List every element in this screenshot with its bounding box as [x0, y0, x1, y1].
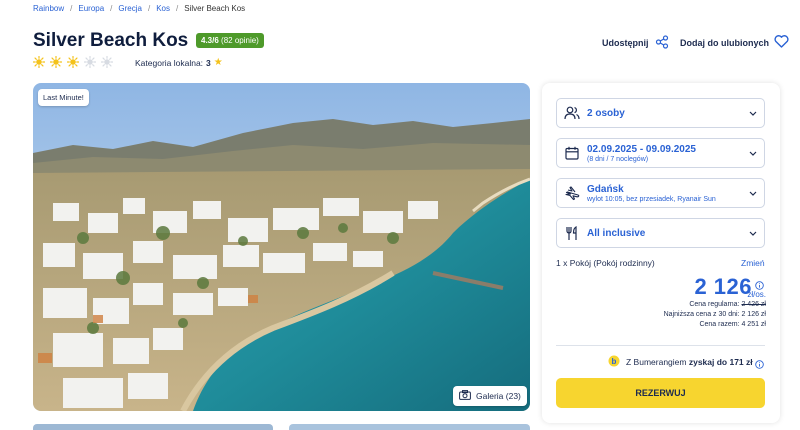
- board-value: All inclusive: [587, 227, 646, 239]
- breadcrumb-link-europa[interactable]: Europa: [78, 4, 104, 13]
- local-category: Kategoria lokalna: 3 ★: [135, 57, 223, 68]
- lowest-price: Najniższa cena z 30 dni: 2 126 zł: [664, 311, 766, 318]
- price-per-person: 2 126: [694, 274, 752, 299]
- regular-price-label: Cena regularna:: [689, 301, 740, 308]
- dates-duration: (8 dni / 7 noclegów): [587, 155, 649, 163]
- page-title: Silver Beach Kos: [33, 30, 189, 51]
- sun-empty-icon: [84, 56, 96, 68]
- chevron-down-icon: [742, 231, 764, 236]
- persons-value: 2 osoby: [587, 107, 625, 119]
- share-icon: [655, 35, 669, 51]
- total-price: Cena razem: 4 251 zł: [699, 321, 766, 328]
- breadcrumb: Rainbow / Europa / Grecja / Kos / Silver…: [33, 4, 245, 13]
- room-type: (Pokój rodzinny): [593, 258, 655, 268]
- breadcrumb-link-kos[interactable]: Kos: [156, 4, 170, 13]
- chevron-down-icon: [742, 191, 764, 196]
- lowest-price-label: Najniższa cena z 30 dni:: [663, 311, 740, 318]
- favorite-button[interactable]: Dodaj do ulubionych: [680, 35, 789, 50]
- local-category-value: 3: [206, 57, 211, 68]
- departure-select[interactable]: Gdańsk wylot 10:05, bez przesiadek, Ryan…: [556, 178, 765, 208]
- breadcrumb-current: Silver Beach Kos: [184, 4, 246, 13]
- rating-badge[interactable]: 4.3/6 (82 opinie): [196, 33, 264, 48]
- share-label: Udostępnij: [602, 38, 649, 48]
- booking-panel: 2 osoby 02.09.2025 - 09.09.2025 (8 dni /…: [542, 83, 780, 423]
- breadcrumb-separator: /: [176, 4, 179, 13]
- sun-filled-icon: [33, 56, 45, 68]
- room-summary: 1 x Pokój (Pokój rodzinny): [556, 258, 655, 268]
- sun-empty-icon: [101, 56, 113, 68]
- sun-filled-icon: [50, 56, 62, 68]
- gallery-label: Galeria (23): [476, 391, 521, 401]
- breadcrumb-separator: /: [147, 4, 151, 13]
- bumerang-amount: zyskaj do 171 zł: [688, 357, 753, 367]
- gallery-thumbnail[interactable]: [289, 424, 530, 430]
- sun-rating: [33, 56, 113, 68]
- total-price-value: 4 251 zł: [741, 321, 766, 328]
- favorite-label: Dodaj do ulubionych: [680, 37, 769, 48]
- dates-select[interactable]: 02.09.2025 - 09.09.2025 (8 dni / 7 nocle…: [556, 138, 765, 168]
- breadcrumb-link-rainbow[interactable]: Rainbow: [33, 4, 64, 13]
- star-icon: ★: [213, 57, 223, 68]
- departure-value: Gdańsk: [587, 183, 624, 195]
- divider: [556, 345, 765, 346]
- dates-value: 02.09.2025 - 09.09.2025: [587, 143, 696, 155]
- rating-score: 4.3/6: [201, 36, 219, 45]
- calendar-icon: [557, 146, 587, 160]
- breadcrumb-separator: /: [110, 4, 113, 13]
- breadcrumb-separator: /: [70, 4, 73, 13]
- bumerang-logo-icon: b: [608, 355, 620, 369]
- board-select[interactable]: All inclusive: [556, 218, 765, 248]
- rating-count: (82 opinie): [221, 36, 259, 45]
- breadcrumb-link-grecja[interactable]: Grecja: [118, 4, 142, 13]
- hero-photo[interactable]: [33, 83, 530, 411]
- svg-text:b: b: [612, 357, 617, 366]
- change-room-link[interactable]: Zmień: [741, 258, 765, 268]
- reserve-button[interactable]: REZERWUJ: [556, 378, 765, 408]
- gallery-thumbnail[interactable]: [33, 424, 273, 430]
- cutlery-icon: [557, 225, 587, 241]
- total-price-label: Cena razem:: [699, 321, 740, 328]
- last-minute-badge: Last Minute!: [38, 89, 89, 106]
- regular-price: Cena regularna: 2 426 zł: [689, 301, 766, 308]
- coastal-town-aerial-image: [33, 83, 530, 411]
- chevron-down-icon: [742, 111, 764, 116]
- users-icon: [557, 106, 587, 120]
- chevron-down-icon: [742, 151, 764, 156]
- heart-icon: [774, 35, 789, 50]
- bumerang-promo: b Z Bumerangiem zyskaj do 171 zł: [608, 355, 753, 369]
- room-count: 1 x Pokój: [556, 258, 591, 268]
- share-button[interactable]: Udostępnij: [602, 35, 669, 51]
- persons-select[interactable]: 2 osoby: [556, 98, 765, 128]
- lowest-price-value: 2 126 zł: [741, 311, 766, 318]
- local-category-label: Kategoria lokalna:: [135, 57, 204, 68]
- price-unit: zł/os.: [747, 290, 766, 299]
- sun-filled-icon: [67, 56, 79, 68]
- bumerang-text: Z Bumerangiem: [626, 357, 687, 367]
- camera-icon: [459, 390, 471, 402]
- regular-price-value: 2 426 zł: [741, 301, 766, 308]
- info-icon[interactable]: [755, 356, 764, 374]
- departure-details: wylot 10:05, bez przesiadek, Ryanair Sun: [587, 195, 716, 203]
- gallery-button[interactable]: Galeria (23): [453, 386, 527, 406]
- plane-icon: [557, 185, 587, 201]
